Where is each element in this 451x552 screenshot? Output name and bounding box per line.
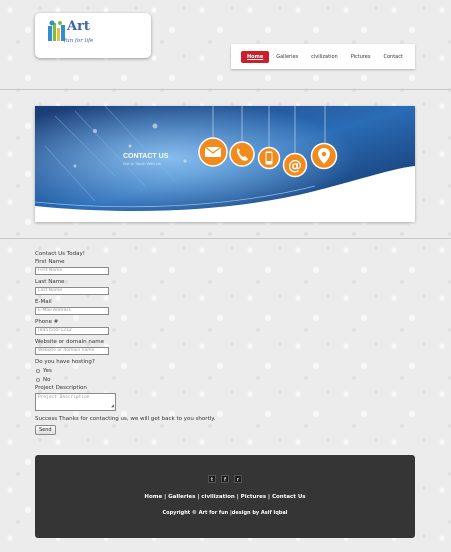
contact-form: Contact Us Today! First Name First Name … [35, 250, 235, 435]
footer-separator: | [268, 494, 271, 500]
footer: t f r Home | Galleries | civilization | … [35, 455, 415, 538]
first-name-input[interactable]: First Name [35, 267, 109, 275]
divider [0, 89, 451, 90]
svg-text:@: @ [288, 158, 302, 174]
rss-icon[interactable]: r [234, 475, 242, 483]
copyright: Copyright © Art for fun |design by Asif … [162, 510, 288, 516]
footer-link-pictures[interactable]: Pictures [241, 494, 266, 500]
footer-link-home[interactable]: Home [144, 494, 162, 500]
first-name-label: First Name [35, 259, 65, 265]
phone-label: Phone # [35, 319, 59, 325]
social-links: t f r [35, 475, 415, 483]
form-intro: Contact Us Today! [35, 251, 85, 257]
website-label: Website or domain name [35, 339, 104, 345]
footer-separator: | [197, 494, 200, 500]
mail-icon [198, 137, 228, 167]
location-icon [310, 142, 338, 170]
logo[interactable]: Art fun for life [35, 13, 151, 58]
mobile-icon [257, 146, 281, 170]
at-icon: @ [282, 152, 308, 178]
banner-heading: CONTACT US [123, 153, 169, 160]
hosting-option-yes[interactable]: Yes [35, 366, 235, 375]
send-button[interactable]: Send [35, 425, 56, 435]
description-label: Project Description [35, 385, 87, 391]
radio-yes[interactable] [36, 368, 40, 373]
nav-item-pictures[interactable]: Pictures [345, 51, 377, 63]
hosting-yes-label: Yes [43, 367, 52, 374]
success-message: Success Thanks for contacting us, we wil… [35, 416, 216, 422]
hosting-option-no[interactable]: No [35, 375, 235, 384]
website-input[interactable]: Website or domain name [35, 347, 109, 355]
footer-links: Home | Galleries | civilization | Pictur… [35, 494, 415, 500]
nav-item-civilization[interactable]: civilization [305, 51, 344, 63]
nav-item-contact[interactable]: Contact [378, 51, 409, 63]
description-placeholder: Project Description [38, 395, 90, 400]
footer-separator: | [236, 494, 239, 500]
hosting-no-label: No [43, 376, 51, 383]
email-input[interactable]: E-Mail Address [35, 307, 109, 315]
footer-link-contact[interactable]: Contact Us [272, 494, 306, 500]
description-textarea[interactable]: Project Description ◢ [35, 393, 116, 411]
hosting-label: Do you have hosting? [35, 359, 95, 365]
radio-no[interactable] [36, 377, 40, 382]
footer-link-galleries[interactable]: Galleries [168, 494, 195, 500]
nav-item-home[interactable]: Home [241, 50, 270, 63]
contact-banner: CONTACT US Get In Touch With Us @ [35, 106, 415, 222]
phone-input[interactable]: (845)555-1212 [35, 327, 109, 335]
logo-tagline: fun for life [64, 38, 94, 44]
phone-icon [229, 141, 255, 167]
logo-title: Art [67, 19, 90, 34]
main-nav: Home Galleries civilization Pictures Con… [231, 44, 415, 69]
facebook-icon[interactable]: f [221, 475, 229, 483]
footer-link-civilization[interactable]: civilization [201, 494, 235, 500]
resize-handle-icon[interactable]: ◢ [111, 404, 114, 409]
nav-item-galleries[interactable]: Galleries [270, 51, 304, 63]
email-label: E-Mail [35, 299, 52, 305]
banner-subheading: Get In Touch With Us [123, 161, 161, 166]
twitter-icon[interactable]: t [208, 475, 216, 483]
footer-separator: | [164, 494, 167, 500]
last-name-label: Last Name [35, 279, 65, 285]
divider [0, 238, 451, 239]
last-name-input[interactable]: Last Name [35, 287, 109, 295]
